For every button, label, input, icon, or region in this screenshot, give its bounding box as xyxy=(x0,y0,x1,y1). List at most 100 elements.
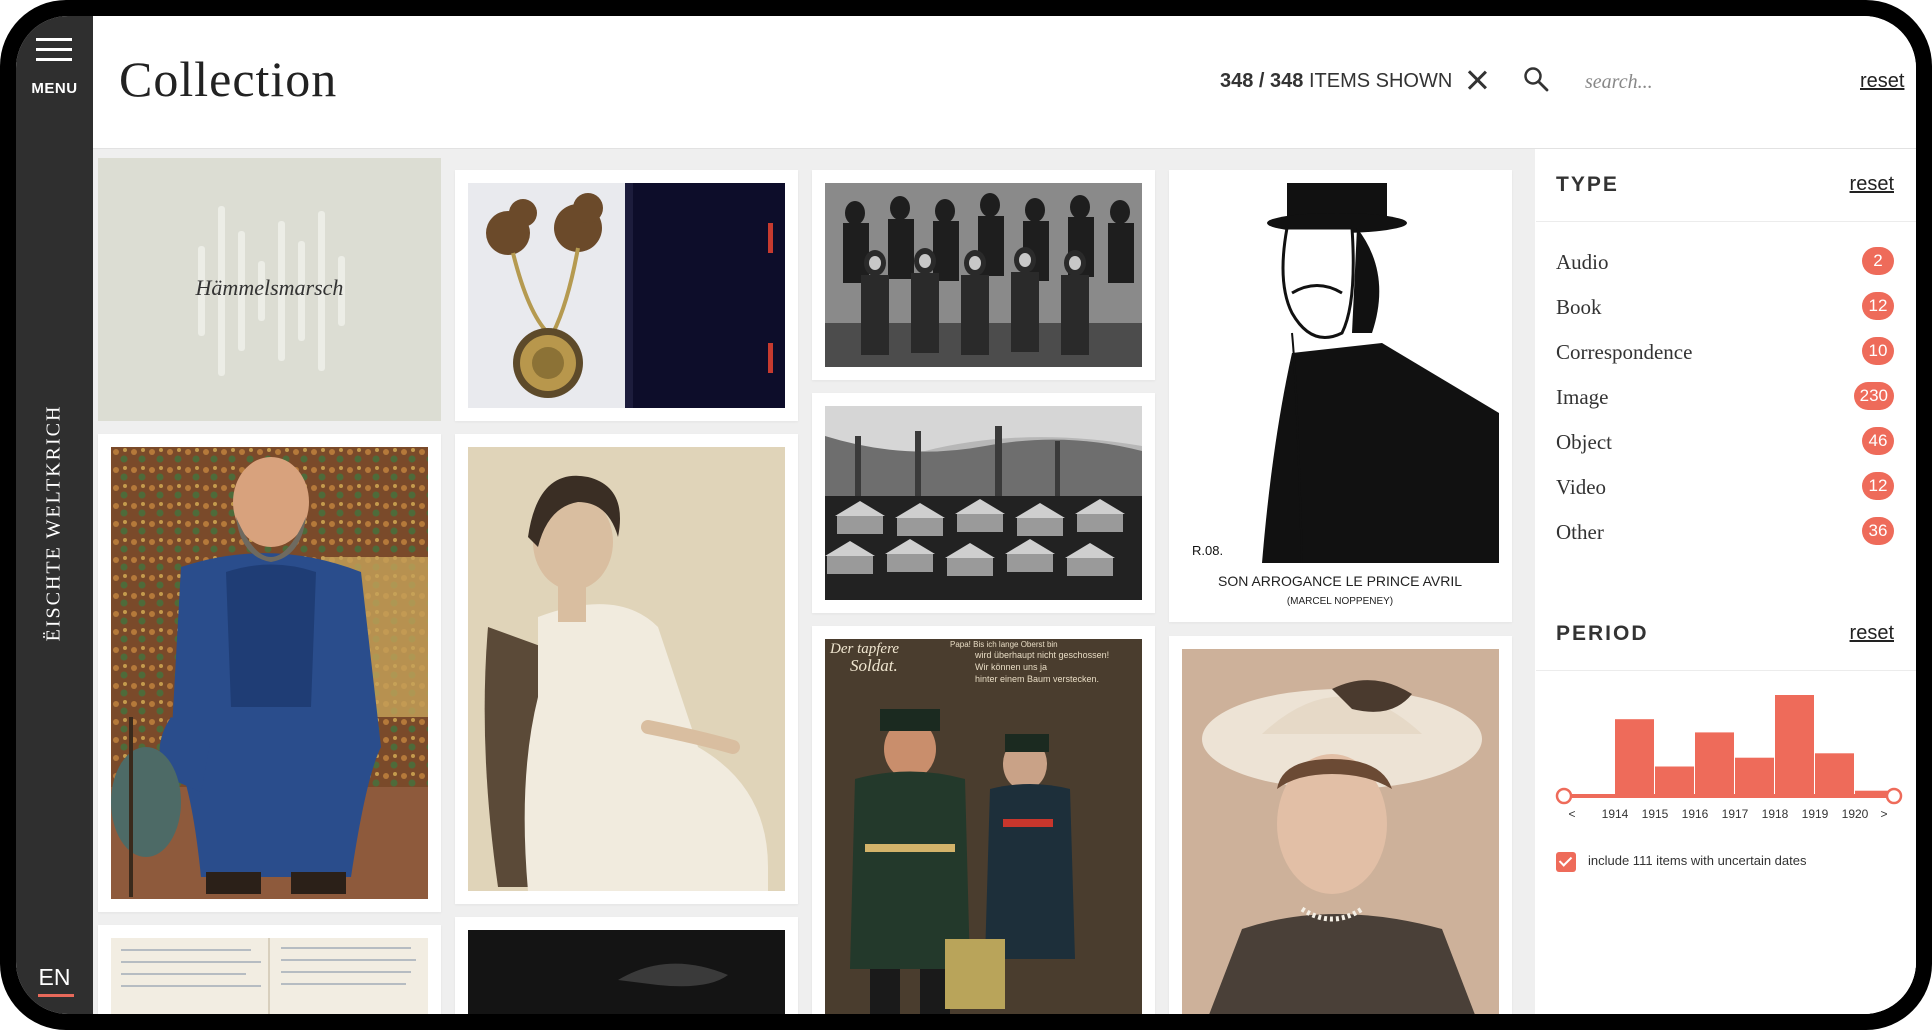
type-filter: TYPE reset Audio 2 Book 12 Correspondenc… xyxy=(1536,149,1916,474)
period-divider xyxy=(1536,670,1916,671)
uncertain-dates-label: include 111 items with uncertain dates xyxy=(1588,853,1807,868)
type-option-correspondence[interactable]: Correspondence 10 xyxy=(1536,333,1916,371)
svg-text:hinter einem Baum verstecken.: hinter einem Baum verstecken. xyxy=(975,674,1099,684)
svg-text:wird überhaupt nicht geschosse: wird überhaupt nicht geschossen! xyxy=(974,650,1109,660)
type-count-badge: 2 xyxy=(1862,247,1894,275)
period-axis-label: 1920 xyxy=(1842,807,1869,821)
painting-card[interactable] xyxy=(98,434,441,912)
caricature-subcaption: (MARCEL NOPPENEY) xyxy=(1287,596,1393,607)
type-option-label: Correspondence xyxy=(1556,340,1693,364)
audio-item-title: Hämmelsmarsch xyxy=(195,275,344,300)
period-axis-label: 1916 xyxy=(1682,807,1709,821)
page-title: Collection xyxy=(119,51,338,107)
device-frame: MENU ËISCHTE WELTKRICH EN Collection 348… xyxy=(0,0,1932,1030)
filter-panel: TYPE reset Audio 2 Book 12 Correspondenc… xyxy=(1536,149,1916,1014)
postcard-title: Der tapfere xyxy=(829,641,899,657)
object-card[interactable] xyxy=(455,170,798,421)
period-bar xyxy=(1615,719,1654,794)
period-axis-label: > xyxy=(1880,807,1887,821)
period-bar xyxy=(1695,732,1734,794)
period-bar xyxy=(1775,695,1814,794)
period-reset-link[interactable]: reset xyxy=(1850,622,1894,645)
type-option-image[interactable]: Image 230 xyxy=(1536,378,1916,416)
dark-photo-card[interactable] xyxy=(455,917,798,1014)
portrait-card[interactable] xyxy=(455,434,798,904)
type-option-video[interactable]: Video 12 xyxy=(1536,468,1916,506)
seated-woman-image xyxy=(468,447,785,891)
type-option-label: Image xyxy=(1556,385,1609,409)
reset-all-link[interactable]: reset xyxy=(1860,70,1904,93)
type-option-book[interactable]: Book 12 xyxy=(1536,288,1916,326)
period-bar xyxy=(1735,757,1774,794)
period-heading: PERIOD xyxy=(1556,622,1649,645)
type-filter-continued: Video 12 Other 36 xyxy=(1536,472,1916,604)
type-option-other[interactable]: Other 36 xyxy=(1536,513,1916,551)
period-axis-label: 1918 xyxy=(1762,807,1789,821)
type-option-object[interactable]: Object 46 xyxy=(1536,423,1916,461)
period-end-handle[interactable] xyxy=(1885,787,1903,805)
type-count-badge: 10 xyxy=(1862,337,1894,365)
period-histogram[interactable]: <1914 1915 1916 1917 1918 1919 1920 > xyxy=(1554,674,1904,844)
items-shown-count: 348 / 348 ITEMS SHOWN xyxy=(1220,70,1452,93)
count-separator: / xyxy=(1253,70,1271,92)
svg-text:Wir können uns ja: Wir können uns ja xyxy=(975,662,1047,672)
type-option-label: Object xyxy=(1556,430,1612,454)
menu-button[interactable]: MENU xyxy=(16,36,93,116)
object-image xyxy=(468,183,785,408)
woman-in-hat-image xyxy=(1182,649,1499,1014)
painting-image xyxy=(111,447,428,899)
language-underline xyxy=(38,994,74,997)
clear-search-button[interactable] xyxy=(1463,66,1491,94)
uncertain-dates-checkbox[interactable] xyxy=(1556,852,1576,872)
period-bar xyxy=(1815,753,1854,794)
type-count-badge: 36 xyxy=(1862,517,1894,545)
count-shown: 348 xyxy=(1220,70,1254,92)
period-bar xyxy=(1655,766,1694,794)
language-switcher[interactable]: EN xyxy=(16,964,93,991)
svg-text:Soldat.: Soldat. xyxy=(850,656,898,675)
type-option-label: Audio xyxy=(1556,250,1609,274)
type-reset-link[interactable]: reset xyxy=(1850,173,1894,196)
side-rail: MENU ËISCHTE WELTKRICH EN xyxy=(16,16,93,1014)
type-heading: TYPE xyxy=(1556,173,1619,196)
caricature-caption: SON ARROGANCE LE PRINCE AVRIL xyxy=(1218,573,1462,589)
hamburger-icon xyxy=(36,36,72,64)
count-total: 348 xyxy=(1270,70,1304,92)
period-axis-label: 1915 xyxy=(1642,807,1669,821)
type-option-label: Video xyxy=(1556,475,1607,499)
caricature-image: R.08. SON ARROGANCE LE PRINCE AVRIL (MAR… xyxy=(1182,183,1499,609)
type-count-badge: 12 xyxy=(1862,472,1894,500)
type-divider xyxy=(1536,221,1916,222)
letter-card[interactable] xyxy=(98,925,441,1014)
menu-label: MENU xyxy=(31,80,78,97)
type-option-label: Book xyxy=(1556,295,1602,319)
type-count-badge: 12 xyxy=(1862,292,1894,320)
search-icon[interactable] xyxy=(1523,66,1549,92)
collection-grid: Hämmelsmarsch Der tapfere Soldat. Papa! … xyxy=(93,149,1535,1014)
app-screen: MENU ËISCHTE WELTKRICH EN Collection 348… xyxy=(16,16,1916,1014)
letter-image xyxy=(111,938,428,1014)
site-title[interactable]: ËISCHTE WELTKRICH xyxy=(43,405,66,642)
type-count-badge: 230 xyxy=(1853,382,1894,410)
factory-photo-image xyxy=(825,406,1142,600)
period-axis-label: 1917 xyxy=(1722,807,1749,821)
search-input[interactable] xyxy=(1583,66,1787,98)
woman-hat-card[interactable] xyxy=(1169,636,1512,1014)
count-suffix: ITEMS SHOWN xyxy=(1303,70,1453,92)
postcard-card[interactable]: Der tapfere Soldat. Papa! Bis ich lange … xyxy=(812,626,1155,1014)
header: Collection 348 / 348 ITEMS SHOWN reset xyxy=(93,16,1916,149)
soldier-postcard-image: Der tapfere Soldat. Papa! Bis ich lange … xyxy=(825,639,1142,1014)
type-count-badge: 46 xyxy=(1862,427,1894,455)
workers-photo-card[interactable] xyxy=(812,170,1155,380)
dark-photo-image xyxy=(468,930,785,1014)
type-option-audio[interactable]: Audio 2 xyxy=(1536,243,1916,281)
period-start-handle[interactable] xyxy=(1555,787,1573,805)
type-option-label: Other xyxy=(1556,520,1604,544)
audio-item-card[interactable]: Hämmelsmarsch xyxy=(98,158,441,421)
svg-text:Papa! Bis ich lange Oberst bin: Papa! Bis ich lange Oberst bin xyxy=(950,640,1058,649)
period-axis-label: 1919 xyxy=(1802,807,1829,821)
factory-photo-card[interactable] xyxy=(812,393,1155,613)
caricature-card[interactable]: R.08. SON ARROGANCE LE PRINCE AVRIL (MAR… xyxy=(1169,170,1512,622)
period-axis-label: 1914 xyxy=(1602,807,1629,821)
period-filter: PERIOD reset <1914 1915 1916 1917 1918 1919 19… xyxy=(1536,594,1916,1014)
